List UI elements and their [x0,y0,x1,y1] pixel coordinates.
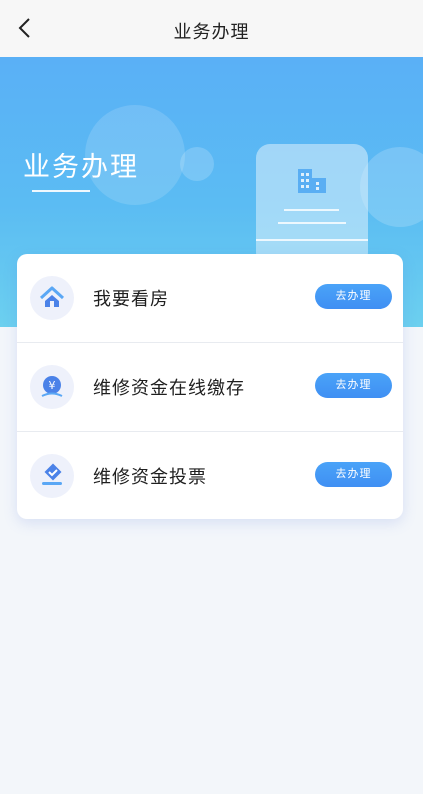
service-label: 我要看房 [93,289,169,310]
navbar: 业务办理 [0,0,423,58]
svg-text:¥: ¥ [49,379,56,392]
decor-bubble [360,147,423,227]
service-row-fund-deposit[interactable]: ¥ 维修资金在线缴存 去办理 [17,343,403,431]
page-title: 业务办理 [173,22,250,43]
building-document-icon [256,144,368,266]
service-row-fund-vote[interactable]: 维修资金投票 去办理 [17,432,403,520]
go-handle-button[interactable]: 去办理 [315,373,392,398]
house-icon [30,276,74,320]
service-label: 维修资金投票 [93,467,207,488]
yuan-coin-icon: ¥ [30,365,74,409]
go-handle-button[interactable]: 去办理 [315,462,392,487]
hero-underline [32,190,90,192]
go-handle-button[interactable]: 去办理 [315,284,392,309]
service-list-card: 我要看房 去办理 ¥ 维修资金在线缴存 去办理 维修资金投票 去办理 [17,254,403,519]
vote-check-icon [30,454,74,498]
service-label: 维修资金在线缴存 [93,378,245,399]
hero-title: 业务办理 [23,152,139,183]
service-row-house-viewing[interactable]: 我要看房 去办理 [17,254,403,342]
decor-bubble [180,147,214,181]
